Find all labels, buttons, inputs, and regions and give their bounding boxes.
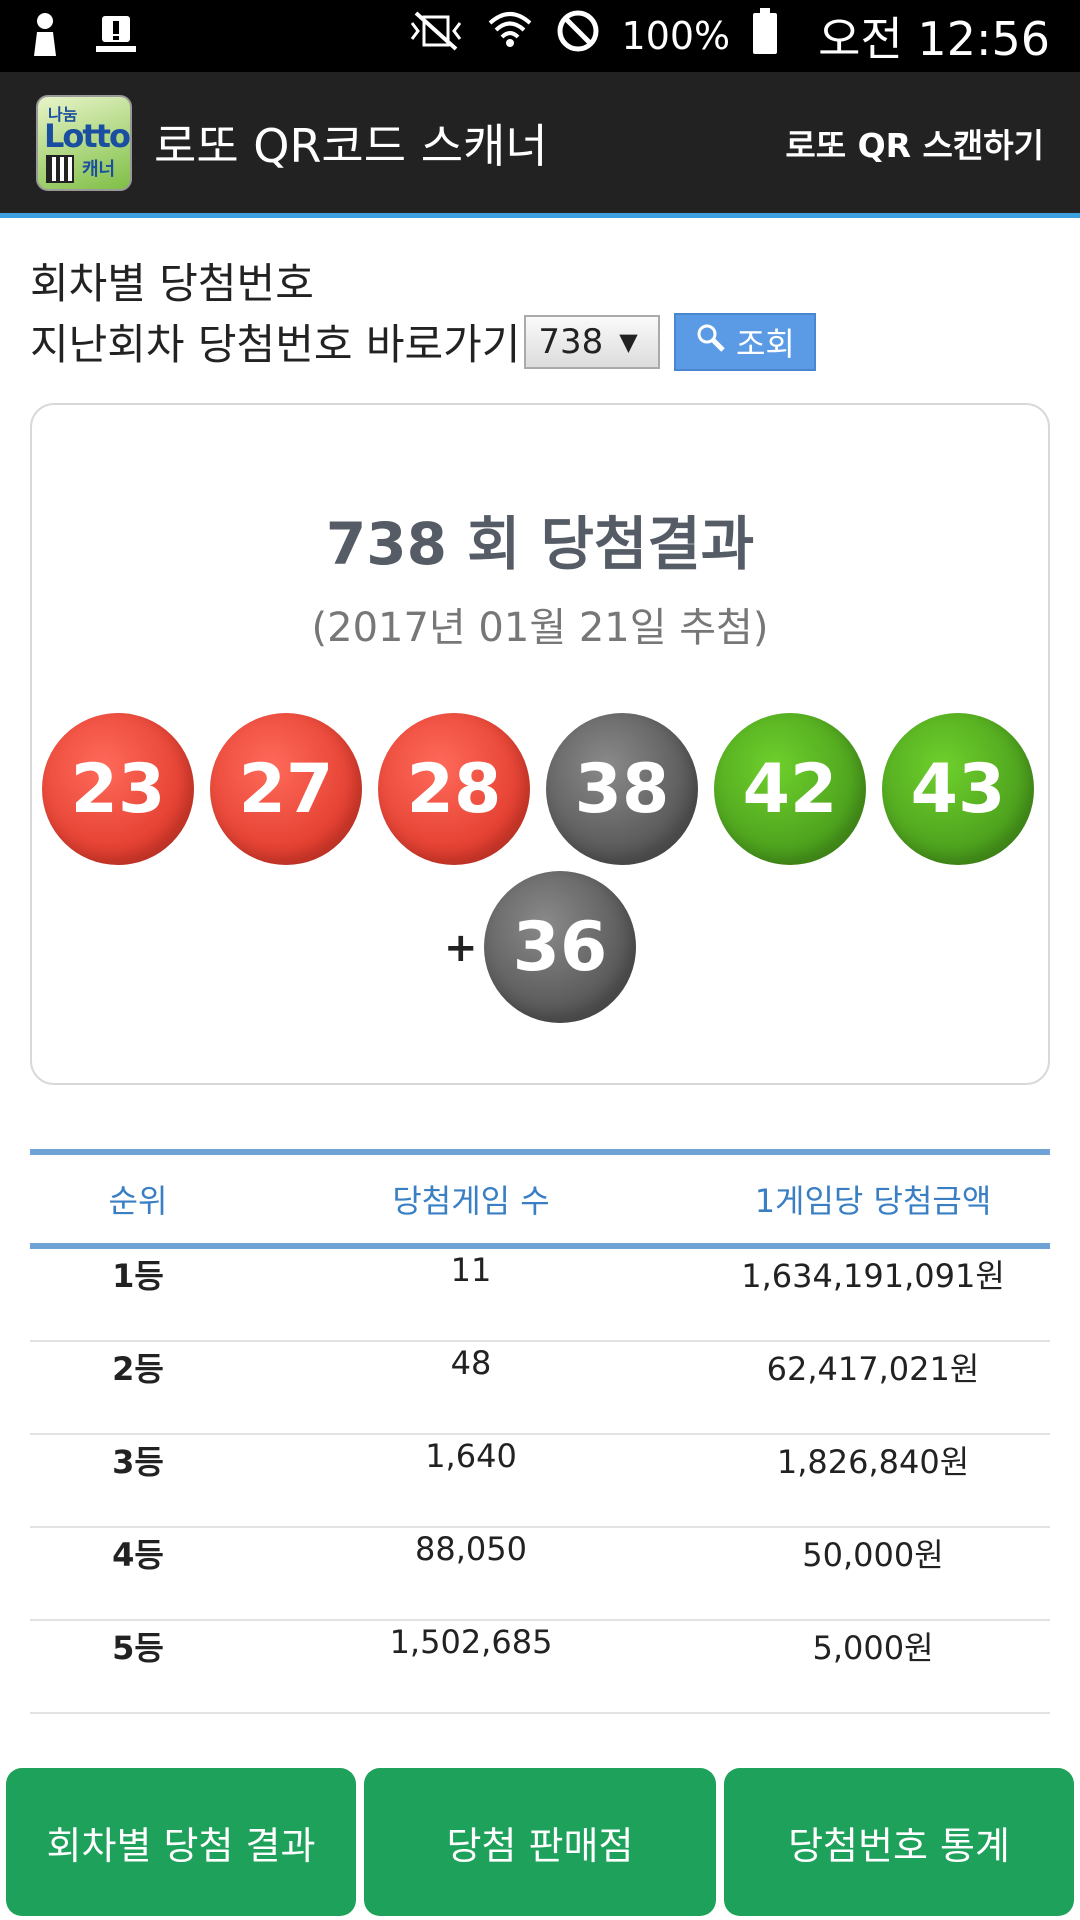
person-icon [30, 12, 60, 60]
nav-round-results-button[interactable]: 회차별 당첨 결과 [6, 1768, 356, 1916]
do-not-disturb-icon [556, 9, 600, 63]
amount-cell: 62,417,021원 [766, 1350, 980, 1388]
alert-icon [94, 14, 138, 58]
result-title: 738 회 당첨결과 [325, 510, 755, 578]
app-logo: 나눔 Lotto 캐너 [36, 94, 132, 191]
table-row: 3등 1,640 1,826,840원 [30, 1435, 1050, 1528]
prize-table: 순위 당첨게임 수 1게임당 당첨금액 1등 11 1,634,191,091원… [30, 1149, 1050, 1714]
count-cell: 88,050 [415, 1530, 527, 1568]
header-prize-amount: 1게임당 당첨금액 [754, 1182, 992, 1220]
number-ball: 38 [546, 713, 698, 865]
amount-cell: 1,634,191,091원 [741, 1257, 1005, 1295]
qr-icon [46, 154, 74, 183]
header-rank: 순위 [108, 1182, 168, 1220]
bonus-plus: + [444, 925, 478, 971]
scan-qr-button[interactable]: 로또 QR 스캔하기 [785, 119, 1044, 167]
winning-numbers: 23 27 28 38 42 43 [42, 713, 1042, 865]
table-header: 순위 당첨게임 수 1게임당 당첨금액 [30, 1149, 1050, 1249]
logo-main-text: Lotto [44, 116, 130, 155]
number-ball: 42 [714, 713, 866, 865]
search-icon [696, 323, 726, 361]
app-title: 로또 QR코드 스캐너 [154, 118, 548, 173]
round-select[interactable]: 738 ▼ [524, 314, 661, 369]
table-row: 1등 11 1,634,191,091원 [30, 1249, 1050, 1342]
number-ball: 23 [42, 713, 194, 865]
result-card: 738 회 당첨결과 (2017년 01월 21일 추첨) 23 27 28 3… [30, 403, 1050, 1085]
number-ball: 27 [210, 713, 362, 865]
battery-icon [752, 8, 778, 64]
table-row: 4등 88,050 50,000원 [30, 1528, 1050, 1621]
amount-cell: 1,826,840원 [776, 1443, 970, 1481]
round-jump-row: 지난회차 당첨번호 바로가기 738 ▼ 조회 [30, 311, 817, 372]
count-cell: 1,640 [425, 1437, 517, 1475]
app-bar: 나눔 Lotto 캐너 로또 QR코드 스캐너 로또 QR 스캔하기 [0, 72, 1080, 218]
count-cell: 1,502,685 [389, 1623, 553, 1661]
table-row: 2등 48 62,417,021원 [30, 1342, 1050, 1435]
battery-percent: 100% [621, 14, 731, 58]
rank-cell: 3등 [112, 1443, 164, 1481]
number-ball: 28 [378, 713, 530, 865]
search-button[interactable]: 조회 [674, 312, 817, 371]
wifi-icon [486, 9, 534, 63]
amount-cell: 5,000원 [812, 1629, 934, 1667]
status-bar: 100% 오전 12:56 [0, 0, 1080, 72]
status-clock: 오전 12:56 [818, 12, 1050, 66]
main-content[interactable]: 회차별 당첨번호 지난회차 당첨번호 바로가기 738 ▼ 조회 738 회 당… [0, 223, 1080, 1763]
count-cell: 11 [450, 1251, 492, 1289]
rank-cell: 2등 [112, 1350, 164, 1388]
section-title: 회차별 당첨번호 [30, 259, 314, 308]
nav-number-stats-button[interactable]: 당첨번호 통계 [724, 1768, 1074, 1916]
rank-cell: 5등 [112, 1629, 164, 1667]
header-winner-count: 당첨게임 수 [392, 1182, 550, 1220]
round-jump-label: 지난회차 당첨번호 바로가기 [30, 320, 521, 369]
search-button-label: 조회 [735, 324, 795, 363]
number-ball: 43 [882, 713, 1034, 865]
nav-winning-stores-button[interactable]: 당첨 판매점 [364, 1768, 716, 1916]
round-select-value: 738 [538, 321, 604, 362]
table-row: 5등 1,502,685 5,000원 [30, 1621, 1050, 1714]
rank-cell: 4등 [112, 1536, 164, 1574]
amount-cell: 50,000원 [802, 1536, 944, 1574]
rank-cell: 1등 [112, 1257, 164, 1295]
dropdown-caret-icon: ▼ [619, 327, 638, 356]
count-cell: 48 [450, 1344, 492, 1382]
draw-date: (2017년 01월 21일 추첨) [311, 605, 769, 651]
bonus-ball: 36 [484, 871, 636, 1023]
bottom-nav: 회차별 당첨 결과 당첨 판매점 당첨번호 통계 [0, 1766, 1080, 1920]
mute-icon [408, 11, 464, 61]
logo-sub-text: 캐너 [82, 158, 116, 180]
